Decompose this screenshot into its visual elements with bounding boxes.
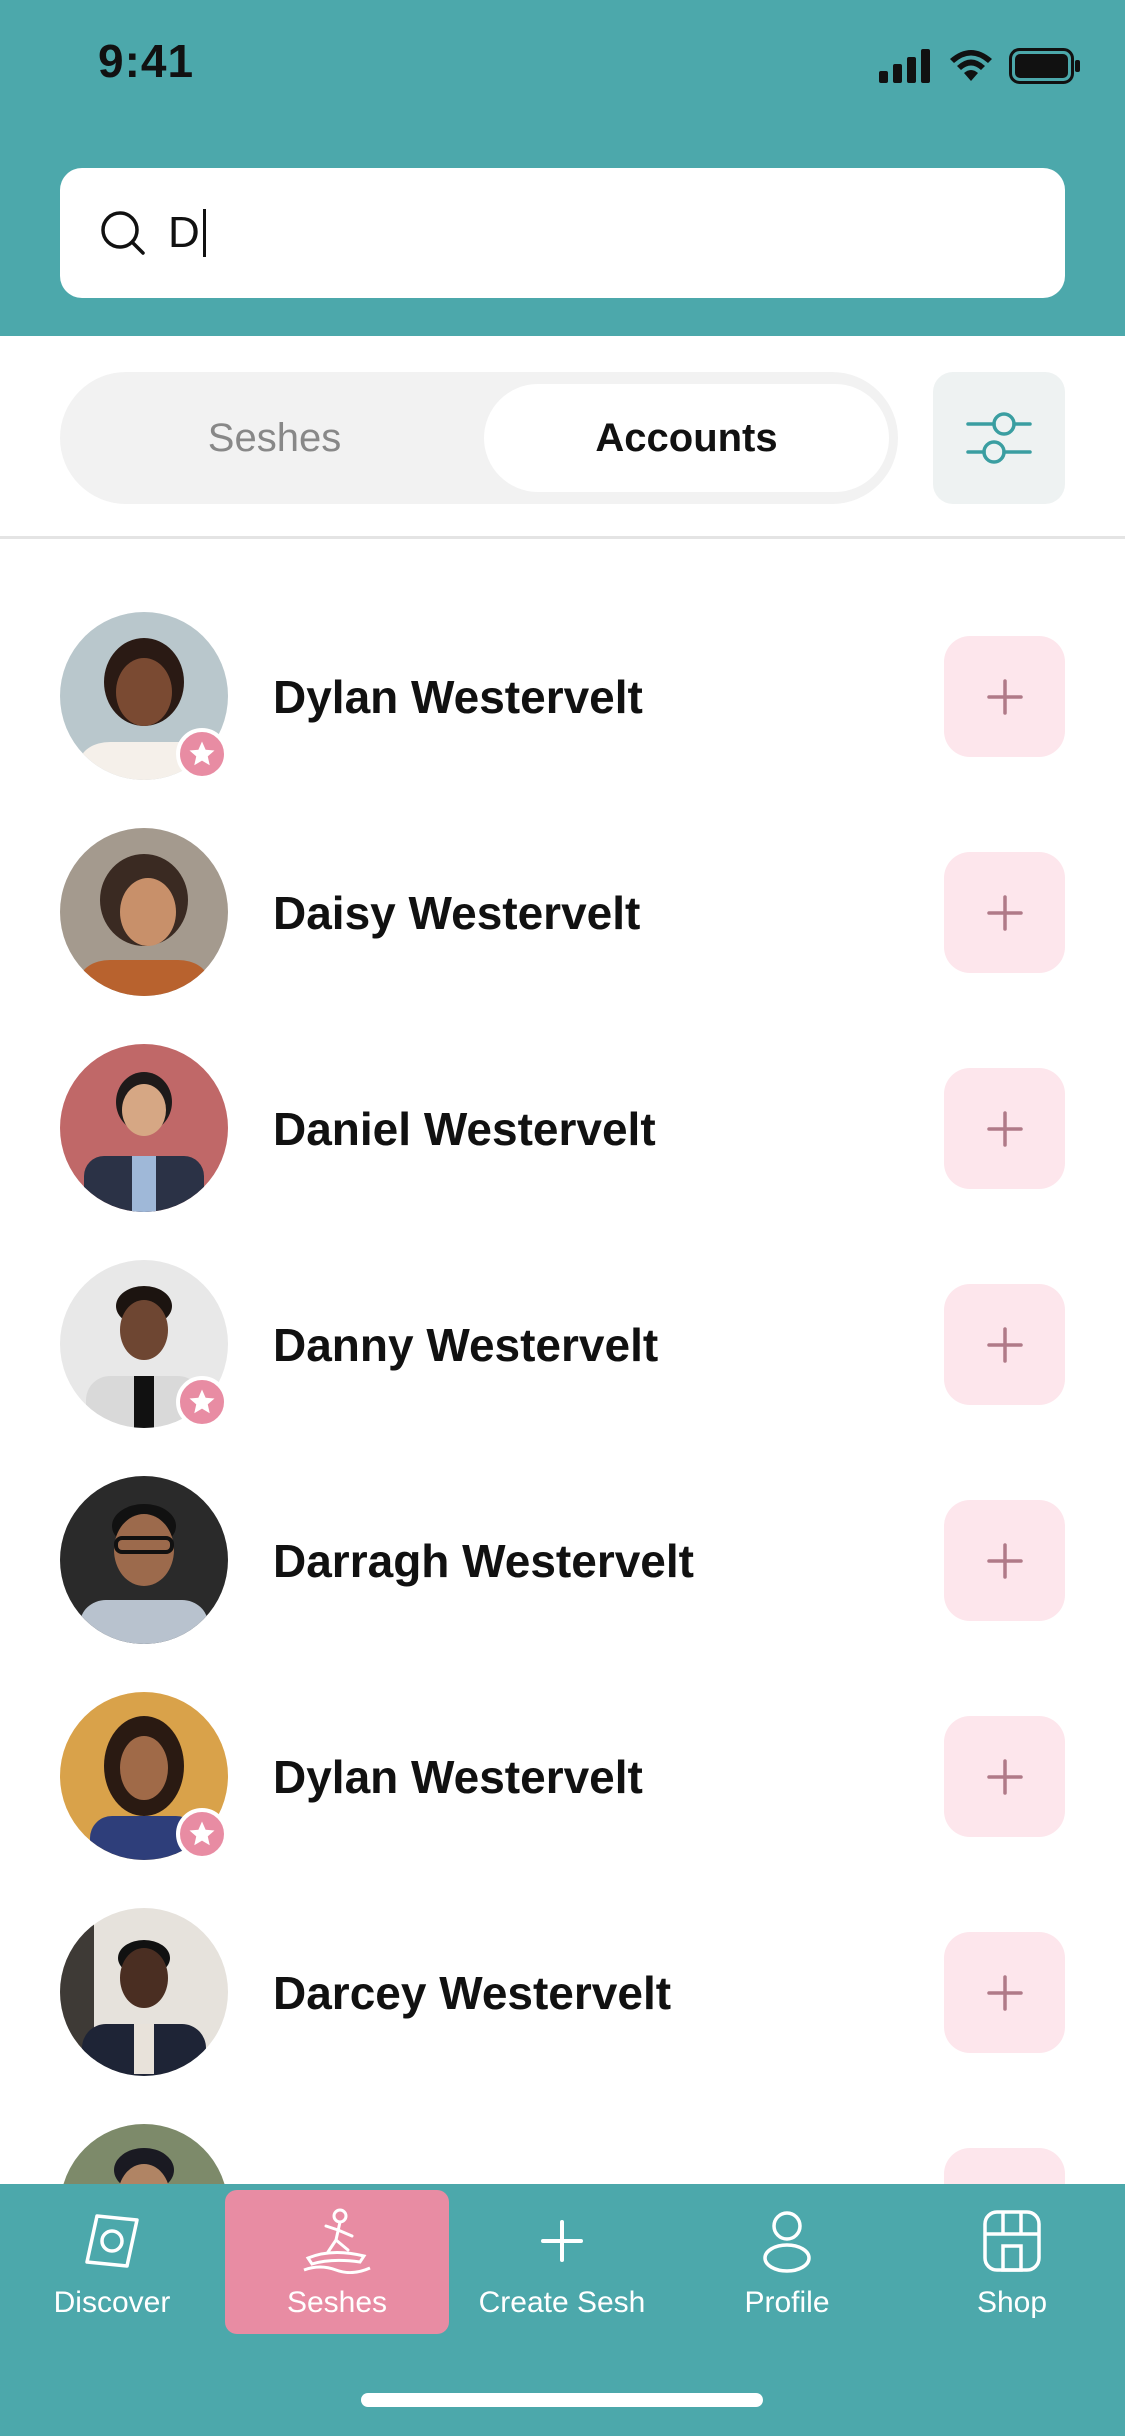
tab-label: Create Sesh <box>478 2286 646 2319</box>
filter-button[interactable] <box>933 372 1065 504</box>
store-icon <box>983 2210 1041 2272</box>
list-item[interactable]: Darcey Westervelt <box>0 1856 1125 2076</box>
add-account-button[interactable] <box>944 1716 1065 1837</box>
person-icon <box>763 2211 811 2273</box>
star-icon <box>189 1821 215 1846</box>
list-item[interactable]: Daniel Westervelt <box>0 992 1125 1212</box>
tab-label: Seshes <box>286 2286 388 2319</box>
avatar <box>60 1908 228 2076</box>
text-caret <box>202 209 206 257</box>
header: 9:41 D <box>0 0 1125 336</box>
divider <box>0 536 1125 539</box>
add-account-button[interactable] <box>944 1500 1065 1621</box>
search-icon <box>101 211 145 255</box>
plus-icon <box>986 894 1023 931</box>
surfer-icon <box>303 2208 371 2274</box>
list-item[interactable]: Daisy Westervelt <box>0 776 1125 996</box>
star-icon <box>189 741 215 766</box>
segmented-control: Seshes Accounts <box>60 372 898 504</box>
plus-icon <box>986 678 1023 715</box>
wifi-icon <box>950 50 992 81</box>
tab-profile[interactable]: Profile <box>675 2190 899 2334</box>
account-name: Darragh Westervelt <box>273 1535 694 1587</box>
list-item[interactable]: Danny Westervelt <box>0 1208 1125 1428</box>
avatar <box>60 828 228 996</box>
sliders-icon <box>966 412 1032 464</box>
tab-accounts[interactable]: Accounts <box>484 384 889 492</box>
search-input[interactable]: D <box>60 168 1065 298</box>
star-badge <box>176 1808 228 1860</box>
plus-icon <box>986 1974 1023 2011</box>
list-item[interactable]: Dylan Westervelt <box>0 1640 1125 1860</box>
plus-icon <box>986 1758 1023 1795</box>
star-icon <box>189 1389 215 1414</box>
star-badge <box>176 1376 228 1428</box>
home-indicator <box>361 2393 763 2407</box>
list-item[interactable]: Darragh Westervelt <box>0 1424 1125 1644</box>
tab-seshes[interactable]: Seshes <box>72 384 477 492</box>
account-name: Danny Westervelt <box>273 1319 659 1371</box>
tab-discover[interactable]: Discover <box>0 2190 224 2334</box>
add-account-button[interactable] <box>944 1284 1065 1405</box>
tab-label: Shop <box>976 2286 1048 2319</box>
compass-icon <box>85 2214 139 2268</box>
plus-icon <box>986 1542 1023 1579</box>
status-icons <box>879 48 1081 84</box>
avatar <box>60 1044 228 1212</box>
account-name: Dylan Westervelt <box>273 671 643 723</box>
account-name: Darcey Westervelt <box>273 1967 672 2019</box>
add-account-button[interactable] <box>944 636 1065 757</box>
account-name: Daisy Westervelt <box>273 887 641 939</box>
tab-create-sesh[interactable]: Create Sesh <box>450 2190 674 2334</box>
battery-icon <box>1009 48 1080 84</box>
account-name: Dylan Westervelt <box>273 1751 643 1803</box>
account-name: Daniel Westervelt <box>273 1103 656 1155</box>
list-item[interactable]: Dylan Westervelt <box>0 560 1125 780</box>
add-account-button[interactable] <box>944 1068 1065 1189</box>
tab-bar: Discover Seshes Create Sesh Profile Shop <box>0 2184 1125 2436</box>
cellular-signal-icon <box>879 49 930 83</box>
search-query: D <box>168 208 206 258</box>
plus-icon <box>986 1110 1023 1147</box>
plus-icon <box>541 2220 583 2262</box>
add-account-button[interactable] <box>944 852 1065 973</box>
status-time: 9:41 <box>98 35 195 87</box>
tab-label: Profile <box>744 2286 830 2319</box>
search-query-text: D <box>168 208 200 257</box>
avatar <box>60 1476 228 1644</box>
tab-shop[interactable]: Shop <box>900 2190 1124 2334</box>
add-account-button[interactable] <box>944 1932 1065 2053</box>
star-badge <box>176 728 228 780</box>
tab-label: Discover <box>53 2286 171 2319</box>
plus-icon <box>986 1326 1023 1363</box>
tab-seshes[interactable]: Seshes <box>225 2190 449 2334</box>
